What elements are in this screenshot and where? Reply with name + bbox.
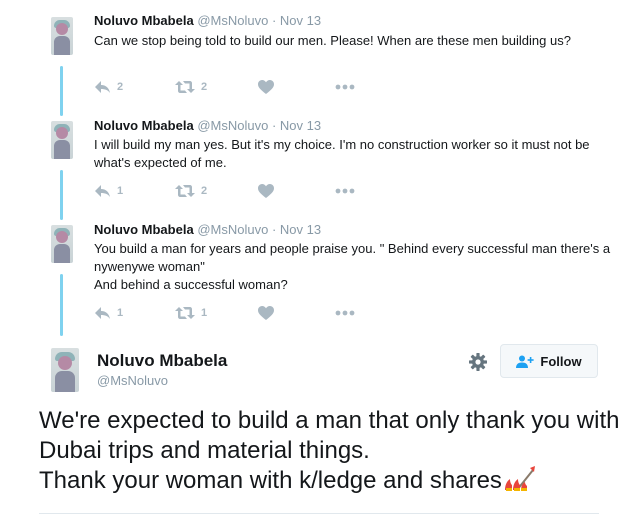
heart-icon [258,80,274,94]
tweet-meta: Noluvo Mbabela @MsNoluvo · Nov 13 [94,222,321,237]
tweet-text: I will build my man yes. But it's my cho… [94,137,590,170]
avatar[interactable] [51,225,73,263]
thread-connector [60,274,63,336]
like-button[interactable] [258,78,274,96]
reply-icon [95,307,110,319]
tweet-meta: Noluvo Mbabela @MsNoluvo · Nov 13 [94,13,321,28]
avatar[interactable] [51,348,79,392]
more-icon [335,188,355,194]
author-handle[interactable]: @MsNoluvo [97,373,168,388]
retweet-count: 1 [201,307,208,319]
add-user-icon [516,355,535,368]
reply-count: 1 [117,307,124,319]
separator: · [271,222,277,237]
more-button[interactable] [335,182,355,200]
separator: · [271,13,277,28]
retweet-icon [175,185,195,197]
reply-count: 2 [117,81,124,93]
tweet-date[interactable]: Nov 13 [280,118,321,133]
nail-polish-shovel-emoji [504,466,536,492]
retweet-button[interactable]: 2 [175,182,207,200]
follow-label: Follow [540,353,582,369]
more-button[interactable] [335,78,355,96]
author-handle[interactable]: @MsNoluvo [197,118,268,133]
author-name[interactable]: Noluvo Mbabela [94,118,194,133]
separator: · [271,118,277,133]
author-name[interactable]: Noluvo Mbabela [94,222,194,237]
retweet-icon [175,307,195,319]
tweet-text: Can we stop being told to build our men.… [94,33,571,48]
divider [39,513,599,514]
like-button[interactable] [258,304,274,322]
retweet-count: 2 [201,185,208,197]
author-handle[interactable]: @MsNoluvo [197,13,268,28]
author-handle[interactable]: @MsNoluvo [197,222,268,237]
follow-button[interactable]: Follow [500,344,598,378]
retweet-button[interactable]: 1 [175,304,207,322]
heart-icon [258,306,274,320]
tweet-date[interactable]: Nov 13 [280,13,321,28]
reply-button[interactable]: 1 [94,304,123,322]
tweet-date[interactable]: Nov 13 [280,222,321,237]
avatar[interactable] [51,121,73,159]
retweet-icon [175,81,195,93]
main-tweet-text: We're expected to build a man that only … [39,406,629,496]
retweet-button[interactable]: 2 [175,78,207,96]
thread-connector [60,170,63,220]
author-name[interactable]: Noluvo Mbabela [97,351,227,371]
like-button[interactable] [258,182,274,200]
author-name[interactable]: Noluvo Mbabela [94,13,194,28]
reply-icon [95,81,110,93]
heart-icon [258,184,274,198]
tweet-meta: Noluvo Mbabela @MsNoluvo · Nov 13 [94,118,321,133]
more-icon [335,84,355,90]
thread-connector [60,66,63,116]
more-button[interactable] [335,304,355,322]
more-icon [335,310,355,316]
reply-count: 1 [117,185,124,197]
avatar[interactable] [51,17,73,55]
retweet-count: 2 [201,81,208,93]
reply-button[interactable]: 1 [94,182,123,200]
tweet-text: You build a man for years and people pra… [94,241,611,292]
reply-icon [95,185,110,197]
main-tweet-header: Noluvo Mbabela @MsNoluvo Follow [0,342,638,396]
reply-button[interactable]: 2 [94,78,123,96]
gear-icon[interactable] [468,352,488,372]
